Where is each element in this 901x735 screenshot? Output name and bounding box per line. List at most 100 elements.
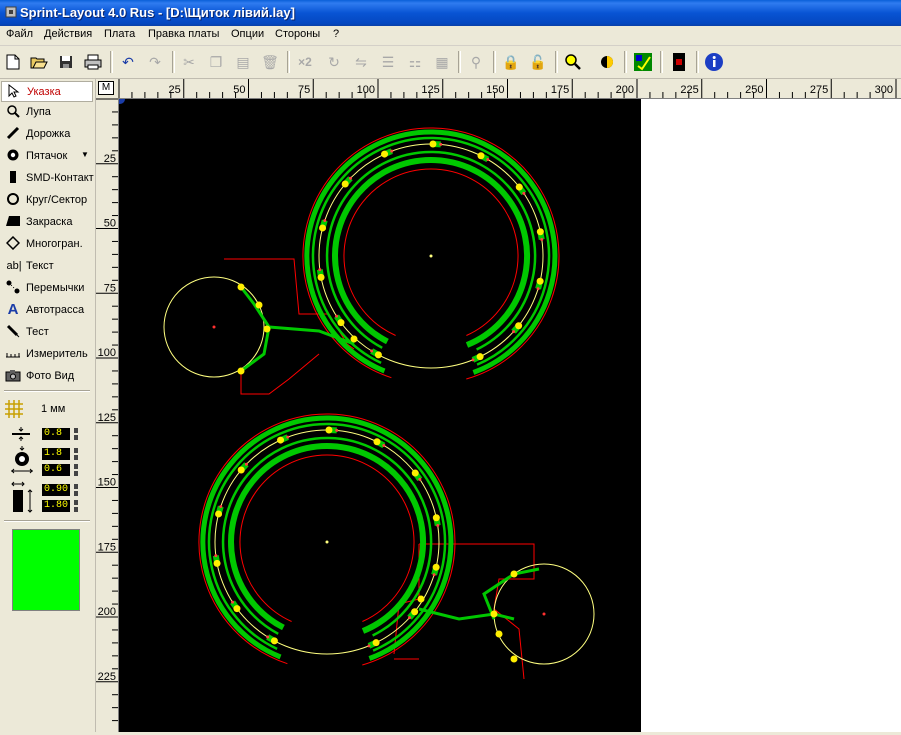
pad[interactable] (537, 278, 544, 285)
paste-icon[interactable]: ▤ (232, 51, 254, 73)
unlock-icon[interactable]: 🔓 (527, 51, 549, 73)
pad[interactable] (256, 302, 263, 309)
drill-hole[interactable] (408, 616, 411, 619)
macro-icon[interactable] (668, 51, 690, 73)
drill-hole[interactable] (219, 505, 222, 508)
drill-hole[interactable] (214, 554, 217, 557)
tool-pad[interactable]: Пятачок ▼ (1, 146, 93, 167)
menu-board[interactable]: Плата (104, 28, 135, 40)
pad[interactable] (215, 510, 222, 517)
tool-fill[interactable]: Закраска (1, 212, 93, 233)
drill-hole[interactable] (436, 524, 439, 527)
drill-hole[interactable] (335, 429, 338, 432)
lock-icon[interactable]: 🔒 (500, 51, 522, 73)
drill-hole[interactable] (418, 478, 421, 481)
pad[interactable] (238, 368, 245, 375)
redo-icon[interactable]: ↷ (144, 51, 166, 73)
undo-icon[interactable]: ↶ (117, 51, 139, 73)
tool-track[interactable]: Дорожка (1, 124, 93, 145)
zoom-icon[interactable] (562, 51, 584, 73)
drill-hole[interactable] (367, 644, 370, 647)
tool-pointer[interactable]: Указка (1, 81, 93, 102)
drill-hole[interactable] (471, 358, 474, 361)
pad-outer-input[interactable]: 1.8 (42, 448, 70, 460)
pad[interactable] (511, 656, 518, 663)
drill-hole[interactable] (390, 150, 393, 153)
align-icon[interactable]: ☰ (377, 51, 399, 73)
pin-icon[interactable]: ⚲ (465, 51, 487, 73)
tool-circle[interactable]: Круг/Сектор (1, 190, 93, 211)
pad[interactable] (342, 181, 349, 188)
layer-toggle-icon[interactable] (596, 51, 618, 73)
tool-autoroute[interactable]: A Автотрасса (1, 300, 93, 321)
track-width-input[interactable]: 0.8 (42, 428, 70, 440)
drill-hole[interactable] (266, 635, 269, 638)
pad[interactable] (373, 438, 380, 445)
tool-polygon[interactable]: Многогран. (1, 234, 93, 255)
menu-help[interactable]: ? (333, 28, 339, 40)
layout-canvas[interactable] (119, 99, 901, 732)
pad[interactable] (491, 611, 498, 618)
grid-icon[interactable] (4, 399, 24, 419)
tool-test[interactable]: Тест (1, 322, 93, 343)
pad[interactable] (319, 224, 326, 231)
drill-hole[interactable] (522, 192, 525, 195)
pad[interactable] (515, 322, 522, 329)
mirror-icon[interactable]: ⇋ (350, 51, 372, 73)
pad[interactable] (516, 184, 523, 191)
drill-hole[interactable] (318, 268, 321, 271)
pad[interactable] (433, 564, 440, 571)
copy-icon[interactable]: ❐ (205, 51, 227, 73)
pad[interactable] (411, 608, 418, 615)
pcb-view[interactable] (119, 99, 901, 732)
drill-hole[interactable] (433, 573, 436, 576)
drill-hole[interactable] (231, 601, 234, 604)
tool-photo-view[interactable]: Фото Вид (1, 366, 93, 387)
open-icon[interactable] (28, 51, 50, 73)
smd-width-input[interactable]: 0.90 (42, 484, 70, 496)
pad[interactable] (511, 571, 518, 578)
save-icon[interactable] (55, 51, 77, 73)
pad[interactable] (325, 427, 332, 434)
layer-color-swatch[interactable] (12, 529, 80, 611)
pad-outer-spinner[interactable] (73, 448, 79, 460)
tool-jumper[interactable]: Перемычки (1, 278, 93, 299)
track-width-spinner[interactable] (73, 428, 79, 440)
tool-magnifier[interactable]: Лупа (1, 102, 93, 123)
duplicate-icon[interactable]: ×2 (294, 51, 316, 73)
pad[interactable] (277, 437, 284, 444)
pad[interactable] (477, 152, 484, 159)
drill-hole[interactable] (286, 436, 289, 439)
pad[interactable] (373, 639, 380, 646)
drill-hole[interactable] (370, 349, 373, 352)
drill-hole[interactable] (486, 158, 489, 161)
drill-hole[interactable] (537, 287, 540, 290)
arrange-icon[interactable]: ▦ (431, 51, 453, 73)
pad-inner-input[interactable]: 0.6 (42, 464, 70, 476)
drill-hole[interactable] (382, 444, 385, 447)
smd-height-spinner[interactable] (73, 500, 79, 512)
pad[interactable] (537, 228, 544, 235)
drill-hole[interactable] (512, 330, 515, 333)
pad[interactable] (351, 336, 358, 343)
delete-icon[interactable]: 🗑 (259, 51, 281, 73)
pad-inner-spinner[interactable] (73, 464, 79, 476)
pad[interactable] (433, 514, 440, 521)
pad[interactable] (238, 467, 245, 474)
menu-board-edit[interactable]: Правка платы (148, 28, 219, 40)
pad[interactable] (318, 274, 325, 281)
drill-hole[interactable] (245, 463, 248, 466)
tool-smd-pad[interactable]: SMD-Контакт (1, 168, 93, 189)
rotate-icon[interactable]: ↻ (323, 51, 345, 73)
pad[interactable] (496, 631, 503, 638)
pad[interactable] (337, 319, 344, 326)
pad[interactable] (375, 351, 382, 358)
info-icon[interactable] (703, 51, 725, 73)
dropdown-arrow-icon[interactable]: ▼ (81, 150, 89, 159)
smd-width-spinner[interactable] (73, 484, 79, 496)
pad[interactable] (477, 353, 484, 360)
pad[interactable] (238, 284, 245, 291)
drill-hole[interactable] (323, 219, 326, 222)
pad[interactable] (412, 470, 419, 477)
drill-hole[interactable] (439, 143, 442, 146)
